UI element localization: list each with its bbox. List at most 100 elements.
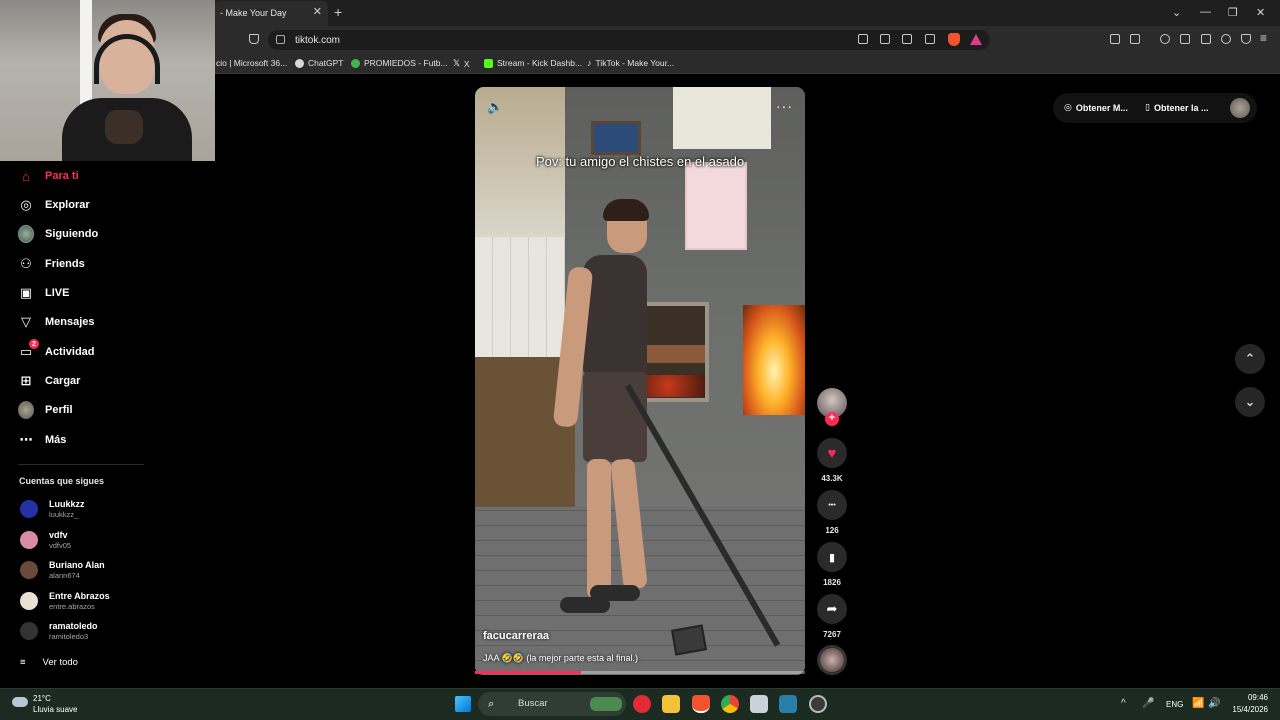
minimize-icon[interactable]: —: [1200, 6, 1211, 18]
sidebar-item-explorar[interactable]: ◎ Explorar: [18, 194, 208, 216]
url-text: tiktok.com: [295, 35, 341, 46]
brave-rewards-icon[interactable]: [970, 34, 982, 45]
sidebar-item-live[interactable]: ▣ LIVE: [18, 282, 208, 304]
share-button[interactable]: ➦: [817, 594, 847, 624]
following-avatar-icon: [18, 225, 34, 243]
followed-account-item[interactable]: Luukkzz luukkzz_: [20, 496, 85, 522]
bookmark-x[interactable]: 𝕏X: [453, 58, 470, 69]
clock-date[interactable]: 15/4/2026: [1222, 705, 1268, 714]
wallet-icon[interactable]: [1201, 34, 1211, 44]
video-player[interactable]: [475, 87, 805, 675]
bookmark-promiedos[interactable]: PROMIEDOS - Futb...: [351, 58, 448, 68]
close-window-icon[interactable]: ✕: [1256, 6, 1265, 19]
volume-icon[interactable]: 🔊: [1208, 698, 1220, 709]
followed-account-item[interactable]: Buriano Alan alann674: [20, 557, 105, 583]
open-external-icon[interactable]: [902, 34, 912, 44]
brave-browser-icon[interactable]: [692, 695, 710, 713]
tab-close-icon[interactable]: ✕: [313, 7, 322, 18]
weather-cloud-icon[interactable]: [12, 697, 28, 707]
site-settings-icon[interactable]: [276, 35, 285, 44]
bookmark-icon[interactable]: [249, 34, 259, 44]
more-options-icon[interactable]: ···: [776, 98, 793, 114]
home-icon: ⌂: [22, 168, 30, 184]
share-page-icon[interactable]: [925, 34, 935, 44]
brave-shields-icon[interactable]: [948, 33, 960, 46]
bookmark-tiktok[interactable]: ♪ TikTok - Make Your...: [587, 58, 674, 68]
sidebar-item-label: Friends: [45, 258, 85, 270]
get-app-button[interactable]: ▯ Obtener la ...: [1145, 102, 1208, 113]
followed-account-item[interactable]: Entre Abrazos entre.abrazos: [20, 588, 110, 614]
next-video-button[interactable]: ⌄: [1235, 387, 1265, 417]
translate-off-icon[interactable]: [858, 34, 868, 44]
file-explorer-icon[interactable]: [662, 695, 680, 713]
sidebar-item-label: Mensajes: [45, 316, 95, 328]
sidebar-item-label: Más: [45, 434, 67, 446]
tab-search-icon[interactable]: ⌄: [1172, 6, 1181, 19]
language-indicator[interactable]: ENG: [1166, 700, 1183, 709]
sidebar-divider: [18, 464, 144, 465]
bookmark-chatgpt[interactable]: ChatGPT: [295, 58, 343, 68]
windows-start-icon[interactable]: [455, 696, 471, 712]
sidebar-item-actividad[interactable]: ▭ 2 Actividad: [18, 339, 208, 363]
profile-avatar[interactable]: [1230, 98, 1250, 118]
tab-tiktok[interactable]: - Make Your Day ✕: [214, 1, 328, 26]
video-username[interactable]: facucarreraa: [483, 630, 549, 642]
sidebar-item-para-ti[interactable]: ⌂ Para ti: [18, 165, 208, 187]
share-count: 7267: [823, 630, 841, 639]
kick-icon: [484, 58, 493, 68]
weather-description[interactable]: Lluvia suave: [33, 705, 77, 714]
comment-button[interactable]: •••: [817, 490, 847, 520]
sidebar-item-label: Para ti: [45, 170, 79, 182]
microphone-icon[interactable]: 🎤: [1142, 698, 1154, 709]
screenshot-icon[interactable]: [1130, 34, 1140, 44]
sidebar-item-mensajes[interactable]: ▽ Mensajes: [18, 311, 208, 333]
printer-app-icon[interactable]: [750, 695, 768, 713]
sidebar-item-cargar[interactable]: ⊞ Cargar: [18, 370, 208, 392]
more-icon: ⋯: [19, 432, 33, 447]
phone-icon: ▯: [1145, 102, 1150, 112]
sidebar-item-perfil[interactable]: Perfil: [18, 399, 208, 421]
app-icon[interactable]: [779, 695, 797, 713]
sidebar-item-siguiendo[interactable]: Siguiendo: [18, 223, 208, 245]
activity-icon: ▭ 2: [18, 339, 39, 360]
like-button[interactable]: ♥: [817, 438, 847, 468]
new-tab-button[interactable]: +: [334, 5, 342, 19]
bookmark-microsoft[interactable]: cio | Microsoft 36...: [216, 58, 287, 68]
previous-video-button[interactable]: ⌃: [1235, 344, 1265, 374]
compass-icon: ◎: [20, 197, 32, 212]
chrome-icon[interactable]: [721, 695, 739, 713]
tray-overflow-icon[interactable]: ^: [1121, 698, 1126, 709]
vpn-shield-icon[interactable]: [1241, 34, 1251, 44]
avatar: [20, 561, 38, 579]
followed-account-item[interactable]: ramatoledo ramitoledo3: [20, 618, 98, 644]
leo-ai-icon[interactable]: [1221, 34, 1231, 44]
comment-bubble-icon: •••: [828, 501, 836, 509]
volume-muted-icon[interactable]: 🔈: [487, 99, 503, 115]
maximize-icon[interactable]: ❐: [1228, 6, 1238, 19]
media-player-icon[interactable]: [633, 695, 651, 713]
wifi-icon[interactable]: 📶: [1192, 698, 1204, 709]
activity-badge: 2: [29, 339, 39, 349]
media-controls-icon[interactable]: [1160, 34, 1170, 44]
webcam-overlay: [0, 0, 215, 161]
sound-disc-avatar[interactable]: [817, 645, 847, 675]
save-button[interactable]: ▮: [817, 542, 847, 572]
extensions-icon[interactable]: [1110, 34, 1120, 44]
clock-time[interactable]: 09:46: [1230, 693, 1268, 702]
followed-account-item[interactable]: vdfv vdfv05: [20, 527, 71, 553]
get-coins-button[interactable]: ◎ Obtener M...: [1064, 102, 1128, 113]
follow-plus-icon[interactable]: +: [825, 412, 839, 426]
steam-icon[interactable]: [809, 695, 827, 713]
tiktok-icon: ♪: [587, 58, 592, 68]
weather-temperature[interactable]: 21°C: [33, 694, 51, 703]
menu-icon[interactable]: ≡: [1260, 31, 1267, 45]
translate-icon[interactable]: [880, 34, 890, 44]
messages-icon: ▽: [21, 314, 31, 329]
bookmark-kick[interactable]: Stream - Kick Dashb...: [484, 58, 582, 68]
sidebar-toggle-icon[interactable]: [1180, 34, 1190, 44]
sidebar-item-friends[interactable]: ⚇ Friends: [18, 253, 208, 275]
chevron-down-icon: ⌄: [1244, 394, 1256, 409]
sidebar-item-mas[interactable]: ⋯ Más: [18, 429, 208, 451]
comment-count: 126: [825, 526, 839, 535]
see-all-link[interactable]: ≡ Ver todo: [20, 657, 78, 668]
